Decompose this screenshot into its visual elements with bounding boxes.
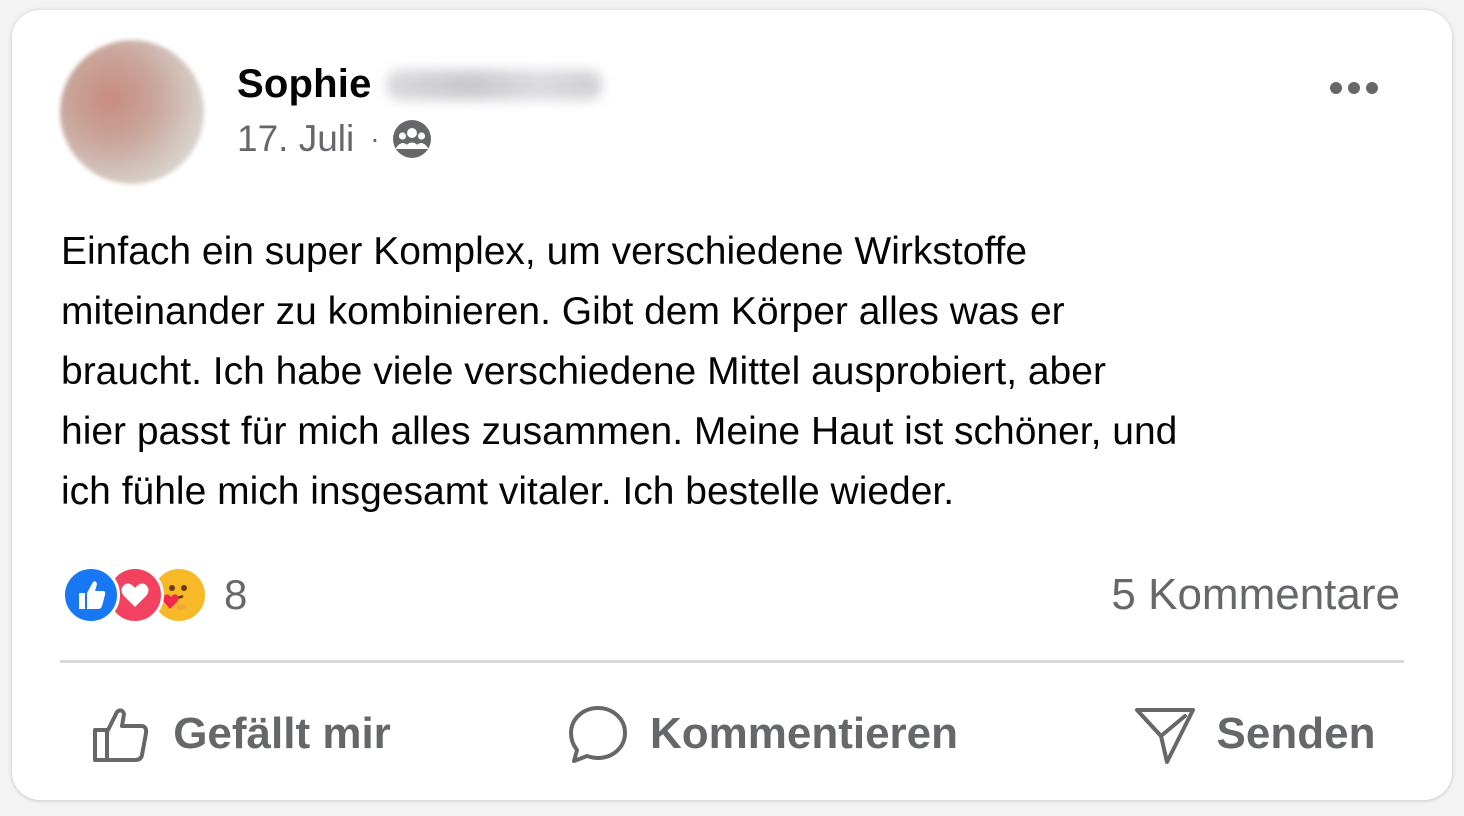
post-text: Einfach ein super Komplex, um verschiede…: [61, 222, 1421, 522]
post-date[interactable]: 17. Juli: [237, 118, 354, 160]
divider: [60, 660, 1404, 663]
comment-bubble-icon: [568, 706, 627, 763]
comments-count-link[interactable]: 5 Kommentare: [1111, 570, 1400, 620]
author-name[interactable]: Sophie: [237, 62, 372, 107]
post-text-line: Einfach ein super Komplex, um verschiede…: [61, 230, 1028, 273]
post-text-line: braucht. Ich habe viele verschiedene Mit…: [61, 350, 1106, 393]
send-button[interactable]: Senden: [1104, 694, 1404, 774]
post-text-line: miteinander zu kombinieren. Gibt dem Kör…: [61, 290, 1065, 333]
send-icon: [1134, 708, 1195, 764]
avatar[interactable]: [60, 40, 204, 184]
like-reaction-icon: [62, 566, 120, 624]
comment-button[interactable]: Kommentieren: [532, 694, 992, 774]
like-label: Gefällt mir: [173, 709, 391, 758]
more-options-button[interactable]: [1324, 70, 1384, 106]
reaction-count: 8: [224, 571, 248, 618]
send-label: Senden: [1216, 709, 1376, 758]
thumbs-up-icon: [93, 708, 149, 762]
author-surname-redacted: [385, 69, 602, 100]
post-text-line: ich fühle mich insgesamt vitaler. Ich be…: [61, 470, 955, 513]
more-dots-icon: [1330, 82, 1378, 94]
comment-label: Kommentieren: [649, 709, 959, 758]
author-row: Sophie: [237, 62, 602, 107]
post-meta: 17. Juli ·: [237, 118, 432, 160]
like-button[interactable]: Gefällt mir: [60, 694, 420, 774]
meta-separator: ·: [370, 123, 380, 154]
reactions-summary[interactable]: 8: [62, 566, 247, 624]
action-bar: Gefällt mir Kommentieren Senden: [60, 694, 1404, 774]
post-card: Sophie 17. Juli · Einfach ein super Komp…: [12, 10, 1452, 800]
friends-icon[interactable]: [392, 119, 432, 159]
post-text-line: hier passt für mich alles zusammen. Mein…: [61, 410, 1178, 453]
